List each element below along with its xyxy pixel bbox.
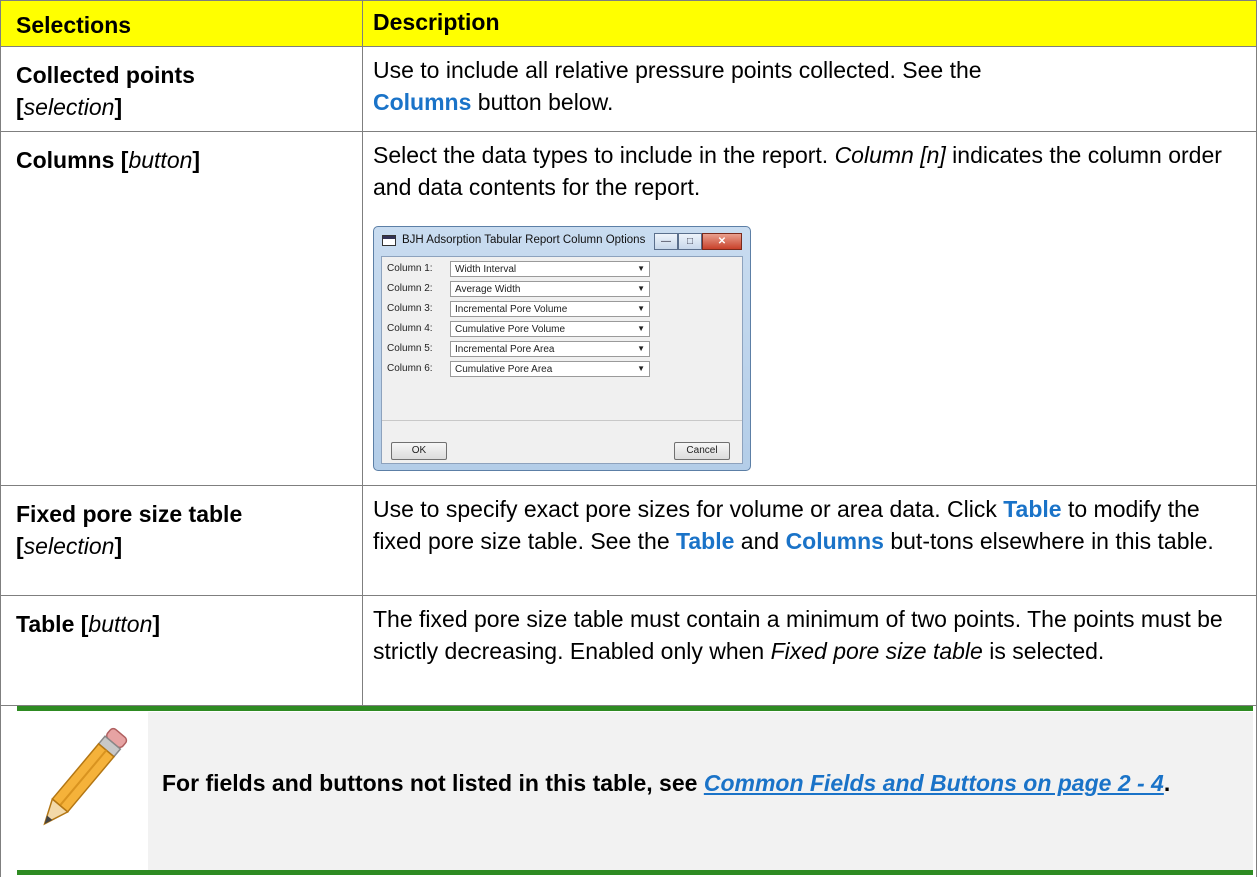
window-buttons: — □ ✕ — [654, 233, 742, 250]
dropdown-arrow-icon: ▼ — [637, 364, 645, 373]
desc-text: button below. — [471, 89, 614, 115]
bracket: ] — [114, 533, 123, 559]
selection-name: Columns [ — [16, 147, 129, 173]
selection-type: selection — [23, 94, 115, 120]
bracket: [ — [16, 94, 24, 120]
selection-name: Fixed pore size table — [16, 501, 243, 527]
select-value: Average Width — [455, 284, 521, 295]
dropdown-arrow-icon: ▼ — [637, 284, 645, 293]
selection-name: Table [ — [16, 611, 89, 637]
select-value: Cumulative Pore Volume — [455, 324, 566, 335]
desc-text: Use to specify exact pore sizes for volu… — [373, 496, 1004, 522]
common-fields-link[interactable]: Common Fields and Buttons on page 2 - 4 — [704, 770, 1164, 796]
columns-link[interactable]: Columns — [786, 528, 884, 554]
dropdown-arrow-icon: ▼ — [637, 264, 645, 273]
bracket: ] — [152, 611, 161, 637]
dialog-title: BJH Adsorption Tabular Report Column Opt… — [402, 234, 646, 246]
table-link[interactable]: Table — [676, 528, 734, 554]
selections-table: Selections Description Collected points … — [0, 0, 1257, 877]
note-prefix: For fields and buttons not listed in thi… — [162, 770, 704, 796]
bracket: [ — [16, 533, 24, 559]
column-6-select[interactable]: Cumulative Pore Area ▼ — [450, 361, 650, 377]
description-cell: Use to include all relative pressure poi… — [363, 47, 1257, 131]
select-value: Incremental Pore Area — [455, 344, 555, 355]
table-row: Fixed pore size table [selection] Use to… — [0, 486, 1257, 596]
column-options-dialog: BJH Adsorption Tabular Report Column Opt… — [373, 226, 751, 471]
select-value: Incremental Pore Volume — [455, 304, 568, 315]
column-label: Column 4: — [387, 323, 433, 334]
desc-italic: Fixed pore size table — [770, 638, 983, 664]
column-3-select[interactable]: Incremental Pore Volume ▼ — [450, 301, 650, 317]
table-header: Selections Description — [0, 0, 1257, 47]
column-2-select[interactable]: Average Width ▼ — [450, 281, 650, 297]
column-label: Column 5: — [387, 343, 433, 354]
header-description: Description — [363, 1, 1257, 46]
desc-text: Select the data types to include in the … — [373, 142, 835, 168]
selection-cell: Fixed pore size table [selection] — [0, 486, 363, 595]
note-text: For fields and buttons not listed in thi… — [162, 766, 1222, 800]
description-cell: Use to specify exact pore sizes for volu… — [363, 486, 1257, 595]
dropdown-arrow-icon: ▼ — [637, 324, 645, 333]
ok-button[interactable]: OK — [391, 442, 447, 460]
select-value: Cumulative Pore Area — [455, 364, 553, 375]
minimize-icon[interactable]: — — [654, 233, 678, 250]
selection-type: button — [128, 147, 193, 173]
bracket: ] — [114, 94, 123, 120]
note-top-rule — [17, 706, 1253, 711]
selection-cell: Collected points [selection] — [0, 47, 363, 131]
table-row: Table [button] The fixed pore size table… — [0, 596, 1257, 706]
dropdown-arrow-icon: ▼ — [637, 304, 645, 313]
column-1-select[interactable]: Width Interval ▼ — [450, 261, 650, 277]
desc-text: Use to include all relative pressure poi… — [373, 57, 982, 83]
maximize-icon[interactable]: □ — [678, 233, 702, 250]
description-cell: The fixed pore size table must contain a… — [363, 596, 1257, 705]
table-link[interactable]: Table — [1003, 496, 1061, 522]
column-label: Column 2: — [387, 283, 433, 294]
bracket: ] — [192, 147, 201, 173]
note-suffix: . — [1163, 770, 1171, 796]
column-label: Column 6: — [387, 363, 433, 374]
selection-type: selection — [23, 533, 115, 559]
selection-cell: Table [button] — [0, 596, 363, 705]
desc-italic: Column [n] — [834, 142, 946, 168]
desc-text: but-tons elsewhere in this table. — [883, 528, 1214, 554]
note-bottom-rule — [17, 870, 1253, 875]
table-row: Collected points [selection] Use to incl… — [0, 47, 1257, 132]
divider — [382, 420, 742, 421]
column-4-select[interactable]: Cumulative Pore Volume ▼ — [450, 321, 650, 337]
column-label: Column 1: — [387, 263, 433, 274]
close-icon[interactable]: ✕ — [702, 233, 742, 250]
dialog-body: Column 1: Width Interval ▼ Column 2: Aver… — [381, 256, 743, 464]
pencil-icon — [43, 727, 128, 826]
desc-text: and — [734, 528, 786, 554]
header-selections: Selections — [0, 1, 363, 46]
column-label: Column 3: — [387, 303, 433, 314]
selection-type: button — [88, 611, 153, 637]
selection-name: Collected points — [16, 62, 195, 88]
cancel-button[interactable]: Cancel — [674, 442, 730, 460]
selection-cell: Columns [button] — [0, 132, 363, 485]
window-icon — [382, 235, 396, 246]
columns-link[interactable]: Columns — [373, 89, 471, 115]
dropdown-arrow-icon: ▼ — [637, 344, 645, 353]
desc-text: is selected. — [982, 638, 1105, 664]
column-5-select[interactable]: Incremental Pore Area ▼ — [450, 341, 650, 357]
select-value: Width Interval — [455, 264, 517, 275]
